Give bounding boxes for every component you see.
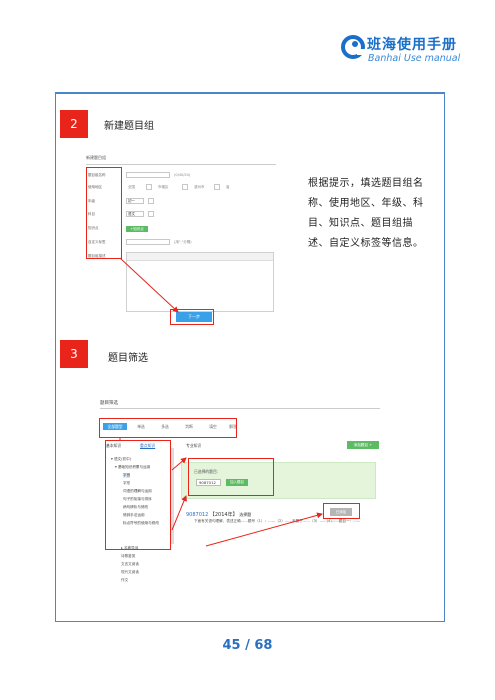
editor-toolbar[interactable]: [127, 253, 273, 261]
add-question-button[interactable]: 添加题目 +: [347, 441, 379, 449]
page-number: 45 / 68: [222, 638, 273, 653]
region-option-4[interactable]: 省: [226, 185, 230, 190]
region-option-2[interactable]: 市辖区: [158, 185, 169, 190]
description-editor[interactable]: [126, 252, 274, 312]
brand-subtitle: Banhai Use manual: [368, 53, 461, 64]
filter-heading: 题目筛选: [100, 401, 118, 406]
question-code: 9087012: [186, 512, 209, 518]
subject-dropdown[interactable]: [148, 211, 154, 217]
region-option-3[interactable]: 滨州市: [194, 185, 205, 190]
region-select-3[interactable]: [214, 184, 220, 190]
region-select-2[interactable]: [182, 184, 188, 190]
grade-select[interactable]: 初一: [126, 198, 144, 204]
highlight-added-button: [323, 503, 360, 519]
step-badge-2: 2: [60, 110, 88, 138]
question-text: 下面有关语句理解，表述正确……题号（1）：……（2）……不属于……（3）……(4…: [194, 519, 361, 523]
step-badge-3: 3: [60, 340, 88, 368]
tree-item[interactable]: 文言文阅读: [121, 562, 139, 567]
subject-select[interactable]: 语文: [126, 211, 144, 217]
step-title-3: 题目筛选: [108, 353, 148, 364]
highlight-type-tabs: [99, 418, 237, 438]
step-title-2: 新建题目组: [104, 121, 154, 132]
tags-input[interactable]: [126, 239, 170, 245]
question-header[interactable]: 9087012 【2014年】 选择题: [186, 511, 251, 518]
tags-hint: (用","分隔): [174, 240, 192, 244]
brand-title: 班海使用手册: [367, 37, 457, 53]
region-option-1[interactable]: 全国: [128, 185, 135, 190]
question-year-tag: 【2014年】: [209, 512, 238, 518]
step-2-description: 根据提示，填选题目组名称、使用地区、年级、科目、知识点、题目组描述、自定义标签等…: [308, 178, 424, 249]
question-source: 选择题: [239, 512, 252, 517]
highlight-next-button: [170, 309, 214, 325]
subtab-professional[interactable]: 专业知识: [186, 443, 201, 449]
tree-item[interactable]: 现代文阅读: [121, 570, 139, 575]
brand-logo-icon: [341, 35, 365, 59]
form-heading: 新建题目组: [86, 155, 106, 160]
highlight-form-labels: [86, 167, 122, 259]
brand-logo: 班海使用手册 Banhai Use manual: [340, 32, 470, 72]
region-select-1[interactable]: [146, 184, 152, 190]
grade-dropdown[interactable]: [148, 198, 154, 204]
tree-item[interactable]: 作文: [121, 578, 128, 583]
add-knowledge-button[interactable]: +知识点: [126, 226, 148, 232]
group-name-hint: (0/40/20): [174, 173, 191, 177]
filter-heading-rule: [100, 408, 380, 409]
tree-item[interactable]: 诗歌鉴赏: [121, 554, 135, 559]
group-name-input[interactable]: [126, 172, 170, 178]
frame-top-rule: [55, 92, 445, 94]
highlight-chosen-questions: [188, 458, 274, 496]
highlight-knowledge-tree: [105, 440, 171, 550]
